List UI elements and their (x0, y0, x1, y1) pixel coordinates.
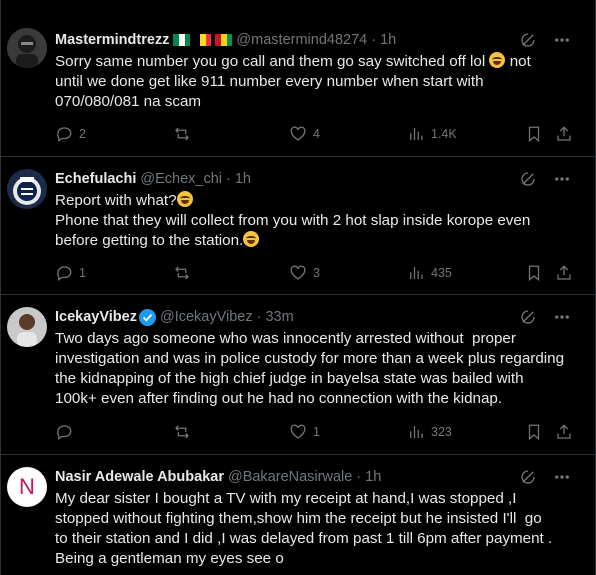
handle[interactable]: @Echex_chi (140, 171, 222, 187)
share-icon (557, 424, 571, 439)
share-icon (557, 265, 571, 280)
more-icon[interactable] (553, 308, 571, 326)
display-name[interactable]: Mastermindtrezz (55, 32, 169, 48)
views-icon (410, 267, 423, 279)
bookmark-icon (528, 424, 540, 441)
reply-button[interactable]: 1 (55, 263, 86, 283)
tweet-text: Sorry same number you go call and them g… (55, 52, 531, 110)
display-name[interactable]: Echefulachi (55, 171, 136, 187)
tweet-top-actions (519, 30, 571, 50)
verified-badge-icon (138, 308, 156, 326)
tweet-header: Echefulachi @Echex_chi · 1h (55, 169, 251, 189)
repost-icon (175, 266, 189, 280)
handle[interactable]: @mastermind48274 (236, 32, 367, 48)
tweet[interactable]: N Nasir Adewale Abubakar @BakareNasirwal… (1, 455, 595, 575)
bookmark-button[interactable] (525, 422, 543, 442)
repost-button[interactable] (173, 422, 197, 442)
tweet-text: Two days ago someone who was innocently … (55, 330, 565, 407)
share-icon (557, 126, 571, 141)
views-icon (410, 128, 423, 140)
timestamp[interactable]: · 1h (371, 32, 396, 48)
reply-icon (57, 266, 72, 282)
tweet-text: Report with what? Phone that they will co… (55, 191, 531, 249)
like-button[interactable]: 1 (289, 422, 320, 442)
views-button[interactable]: 323 (407, 422, 452, 442)
grok-icon[interactable] (519, 468, 537, 486)
bookmark-icon (528, 126, 540, 143)
avatar[interactable] (7, 169, 47, 209)
share-button[interactable] (555, 263, 573, 283)
handle[interactable]: @IcekayVibez (160, 309, 253, 325)
like-button[interactable]: 4 (289, 124, 320, 144)
reply-button[interactable] (55, 422, 79, 442)
bookmark-button[interactable] (525, 124, 543, 144)
reply-icon (57, 425, 72, 441)
tweet-text: My dear sister I bought a TV with my rec… (55, 490, 553, 567)
reply-button[interactable]: 2 (55, 124, 86, 144)
like-icon (290, 126, 306, 141)
grok-icon[interactable] (519, 170, 537, 188)
timestamp[interactable]: · 33m (257, 309, 294, 325)
avatar[interactable] (7, 307, 47, 347)
tweet-header: Mastermindtrezz @mastermind48274 · 1h (55, 30, 396, 50)
handle[interactable]: @BakareNasirwale (228, 469, 352, 485)
laughing-emoji-icon (176, 191, 193, 207)
like-icon (290, 424, 306, 439)
belgium-flag-icon (194, 34, 212, 46)
more-icon[interactable] (553, 31, 571, 49)
timestamp[interactable]: · 1h (226, 171, 251, 187)
avatar[interactable]: N (7, 467, 47, 507)
tweet-top-actions (519, 307, 571, 327)
views-icon (410, 426, 423, 438)
timeline-feed: Mastermindtrezz @mastermind48274 · 1h So… (0, 0, 596, 575)
reply-icon (57, 127, 72, 143)
repost-icon (175, 425, 189, 439)
grok-icon[interactable] (519, 308, 537, 326)
tweet[interactable]: Mastermindtrezz @mastermind48274 · 1h So… (1, 0, 595, 157)
tweet-actions: 1 323 (55, 422, 575, 442)
guinea-flag-icon (215, 34, 233, 46)
more-icon[interactable] (553, 170, 571, 188)
bookmark-button[interactable] (525, 263, 543, 283)
avatar-letter: N (19, 474, 35, 499)
share-button[interactable] (555, 124, 573, 144)
share-button[interactable] (555, 422, 573, 442)
tweet-top-actions (519, 169, 571, 189)
tweet-top-actions (519, 467, 571, 487)
avatar[interactable] (7, 28, 47, 68)
display-name[interactable]: IcekayVibez (55, 309, 137, 325)
nigeria-flag-icon (173, 34, 191, 46)
repost-button[interactable] (173, 263, 197, 283)
views-button[interactable]: 1.4K (407, 124, 457, 144)
laughing-emoji-icon (489, 52, 506, 68)
like-icon (290, 265, 306, 280)
tweet-header: Nasir Adewale Abubakar @BakareNasirwale … (55, 467, 381, 487)
bookmark-icon (528, 265, 540, 282)
laughing-emoji-icon (243, 231, 260, 247)
tweet[interactable]: Echefulachi @Echex_chi · 1h Report with … (1, 157, 595, 295)
like-button[interactable]: 3 (289, 263, 320, 283)
tweet[interactable]: IcekayVibez @IcekayVibez · 33m Two days … (1, 295, 595, 455)
timestamp[interactable]: · 1h (356, 469, 381, 485)
repost-button[interactable] (173, 124, 197, 144)
grok-icon[interactable] (519, 31, 537, 49)
repost-icon (175, 127, 189, 141)
tweet-header: IcekayVibez @IcekayVibez · 33m (55, 307, 294, 327)
more-icon[interactable] (553, 468, 571, 486)
tweet-actions: 2 4 1.4K (55, 124, 575, 144)
tweet-actions: 1 3 435 (55, 263, 575, 283)
views-button[interactable]: 435 (407, 263, 452, 283)
display-name[interactable]: Nasir Adewale Abubakar (55, 469, 224, 485)
